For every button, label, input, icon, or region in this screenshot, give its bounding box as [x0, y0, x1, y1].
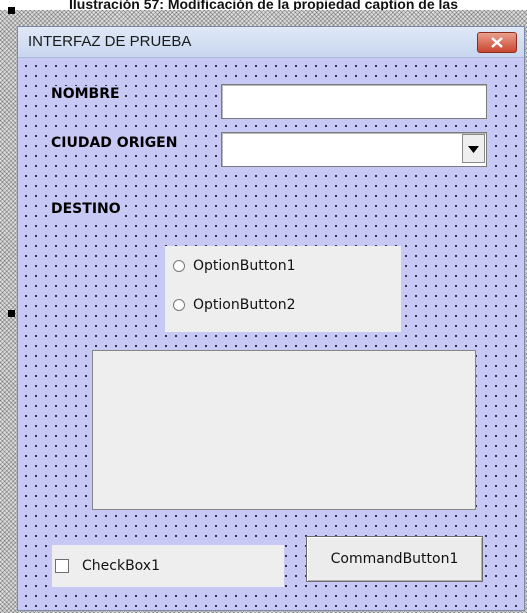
- resize-handle-top-left[interactable]: [8, 7, 15, 14]
- label-destino: DESTINO: [49, 201, 123, 217]
- combobox-dropdown-button[interactable]: [462, 134, 485, 163]
- radio-icon: [173, 299, 185, 311]
- nombre-textbox[interactable]: [221, 84, 487, 119]
- userform-window: INTERFAZ DE PRUEBA NOMBRE CIUDAD ORIGEN …: [17, 26, 525, 611]
- option-button-1-label: OptionButton1: [193, 258, 296, 274]
- option-button-2-label: OptionButton2: [193, 297, 296, 313]
- form-client-area: NOMBRE CIUDAD ORIGEN DESTINO OptionButto…: [18, 58, 524, 610]
- label-ciudad-origen: CIUDAD ORIGEN: [49, 135, 180, 151]
- close-button[interactable]: [477, 32, 517, 53]
- frame-control[interactable]: [92, 350, 476, 510]
- option-group: OptionButton1 OptionButton2: [165, 246, 401, 332]
- checkbox-1[interactable]: [55, 559, 69, 573]
- checkbox-1-label: CheckBox1: [82, 558, 160, 574]
- ciudad-origen-combobox[interactable]: [221, 132, 487, 167]
- title-bar[interactable]: INTERFAZ DE PRUEBA: [18, 27, 524, 58]
- command-button-1[interactable]: CommandButton1: [306, 536, 483, 582]
- option-button-1[interactable]: OptionButton1: [173, 257, 296, 275]
- window-title: INTERFAZ DE PRUEBA: [28, 33, 192, 50]
- close-icon: [491, 37, 503, 48]
- radio-icon: [173, 260, 185, 272]
- option-button-2[interactable]: OptionButton2: [173, 296, 296, 314]
- label-nombre: NOMBRE: [49, 86, 122, 102]
- resize-handle-left[interactable]: [8, 310, 15, 317]
- page-caption: Ilustración 57: Modificación de la propi…: [69, 0, 458, 10]
- checkbox-container: CheckBox1: [52, 545, 284, 587]
- chevron-down-icon: [468, 146, 479, 153]
